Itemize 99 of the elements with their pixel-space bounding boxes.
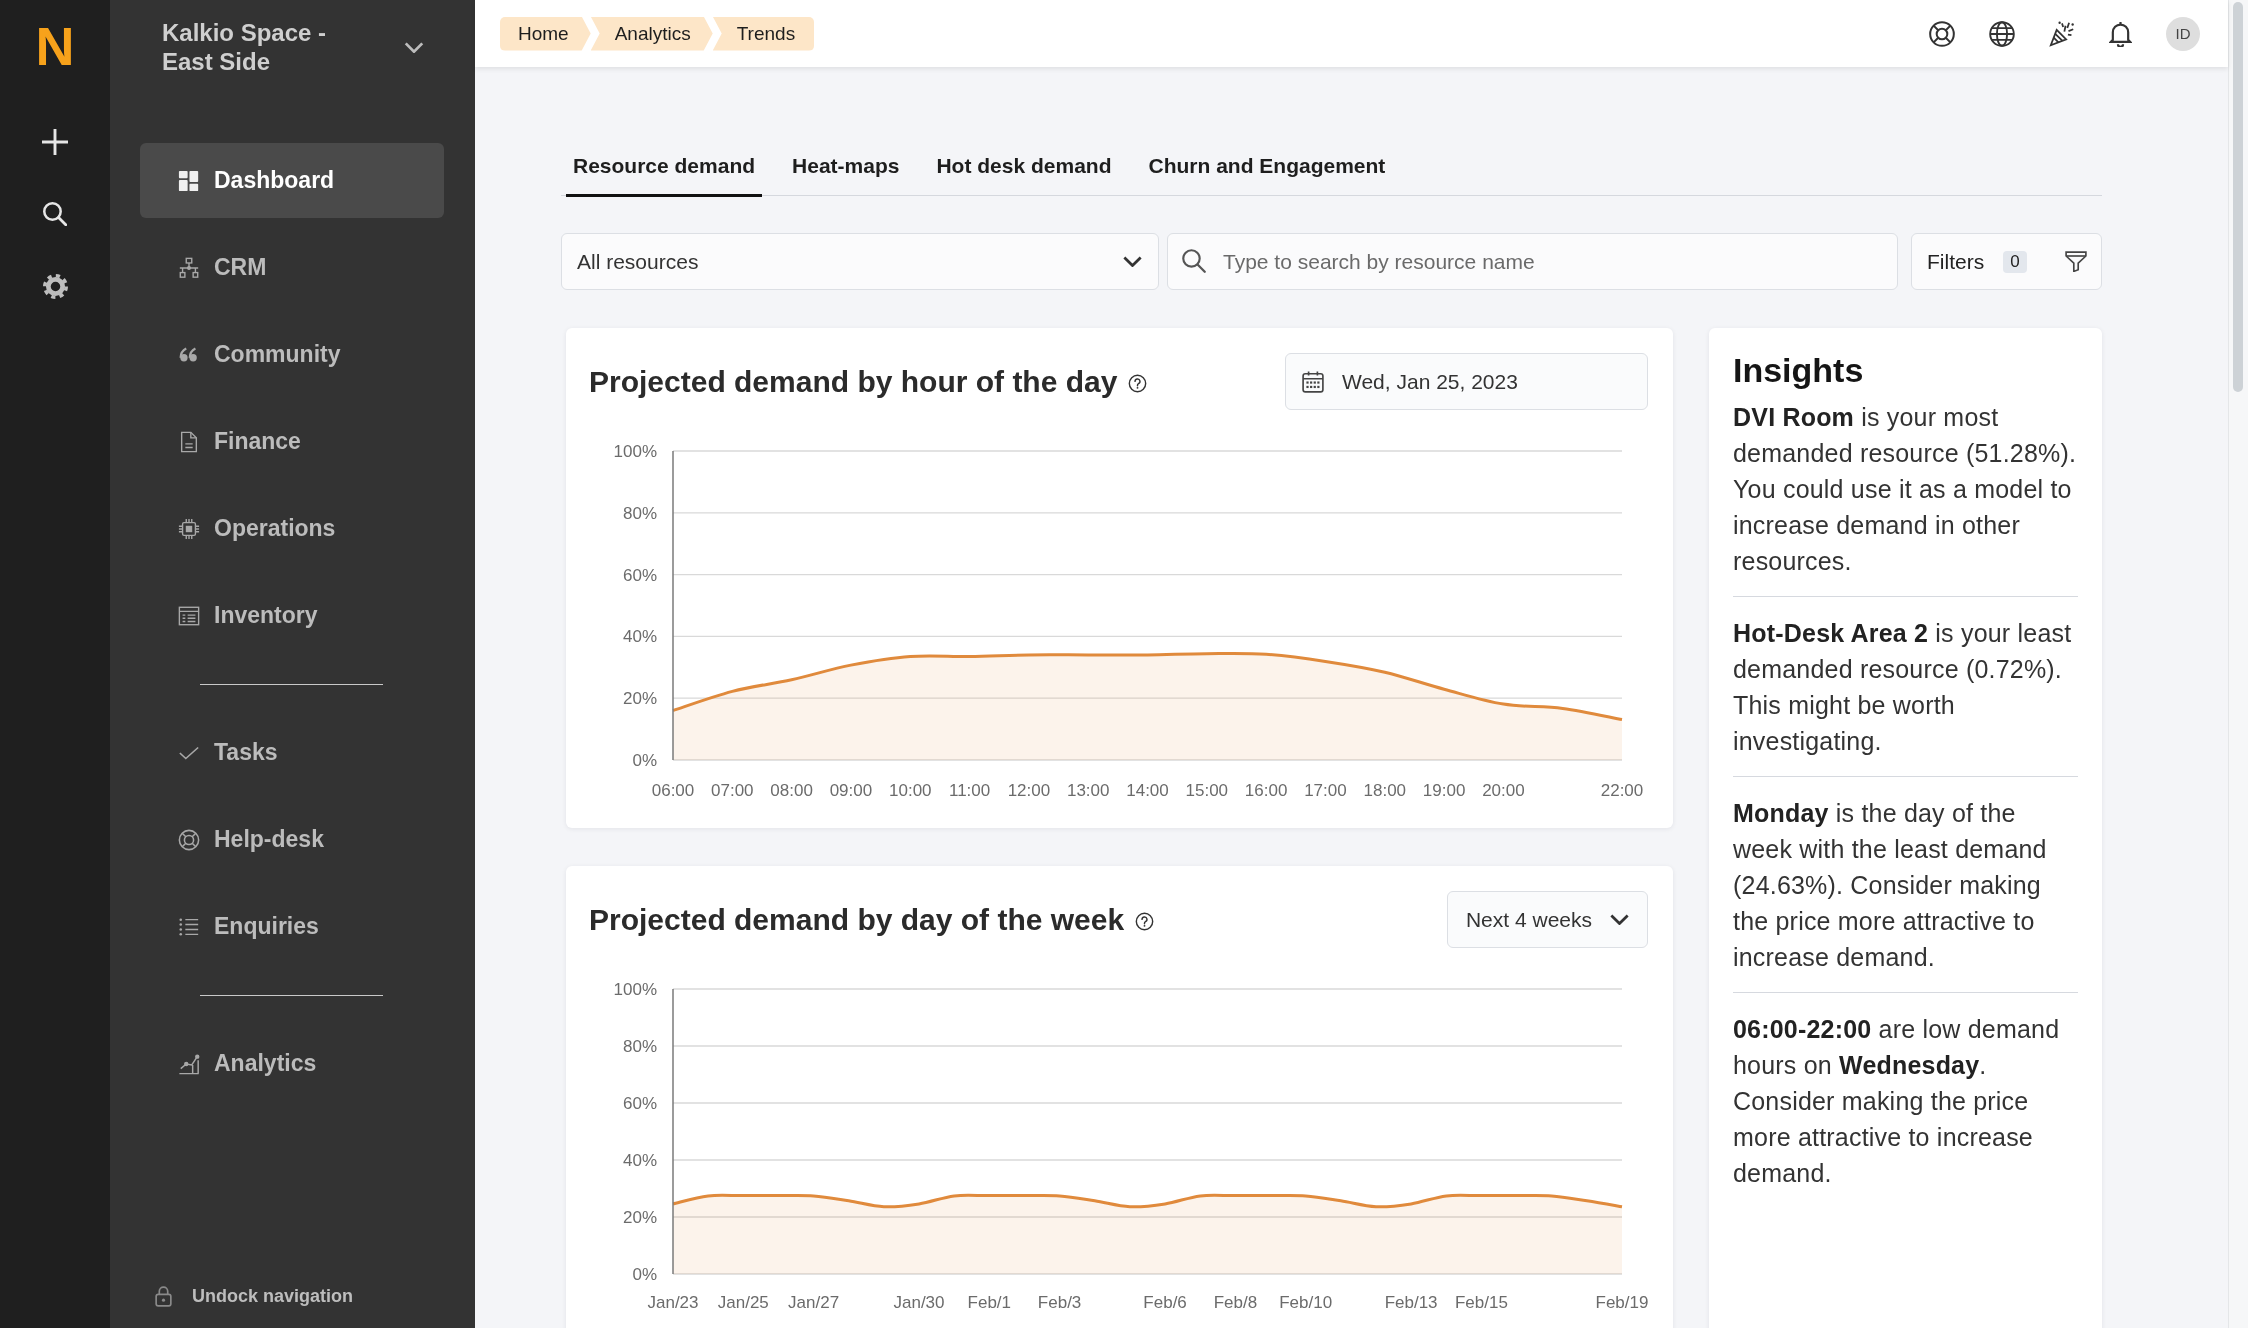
x-axis-label: Jan/25	[717, 1293, 769, 1312]
x-axis-label: 13:00	[1066, 781, 1110, 800]
x-axis-label: 12:00	[1007, 781, 1051, 800]
filters-button[interactable]: Filters 0	[1911, 233, 2102, 290]
nav-item[interactable]: Help-desk	[140, 802, 444, 877]
breadcrumb-link[interactable]: Analytics	[590, 16, 713, 51]
logo[interactable]: N	[35, 24, 75, 68]
nav-item[interactable]: Operations	[140, 491, 444, 566]
chevron-down-icon	[1610, 914, 1629, 925]
table-icon	[178, 604, 200, 627]
plus-icon[interactable]	[42, 129, 68, 155]
x-axis-label: 11:00	[948, 781, 991, 800]
x-axis-label: 20:00	[1482, 781, 1525, 800]
nav-item[interactable]: Finance	[140, 404, 444, 479]
funnel-icon	[2065, 251, 2087, 272]
count-badge: 0	[2003, 250, 2027, 273]
dashboard-icon	[178, 169, 200, 192]
x-axis-label: Feb/8	[1213, 1293, 1258, 1312]
x-axis-label: Feb/1	[967, 1293, 1012, 1312]
globe-icon[interactable]	[1989, 20, 2015, 47]
search-icon[interactable]	[43, 202, 67, 226]
y-axis-label: 0%	[632, 751, 657, 770]
user-avatar[interactable]: ID	[2166, 16, 2200, 51]
help-icon[interactable]	[1128, 373, 1148, 393]
lock-icon	[155, 1286, 172, 1307]
y-axis-label: 100%	[613, 980, 657, 999]
nav-item[interactable]: Community	[140, 317, 444, 392]
chip-icon	[178, 517, 200, 540]
x-axis-label: Jan/23	[647, 1293, 699, 1312]
x-axis-label: 22:00	[1600, 781, 1644, 800]
nav-item[interactable]: Enquiries	[140, 889, 444, 964]
y-axis-label: 0%	[632, 1265, 657, 1284]
nav-item[interactable]: Tasks	[140, 715, 444, 790]
y-axis-label: 20%	[622, 1208, 657, 1227]
insight-text: Hot-Desk Area 2 is your least demanded resource (0.72%). This might be worth investigating.	[1733, 618, 2073, 757]
x-axis-label: 14:00	[1126, 781, 1169, 800]
chevron-down-icon	[404, 41, 424, 53]
settings-icon[interactable]	[42, 274, 68, 299]
x-axis-label: Feb/10	[1279, 1293, 1333, 1312]
lifebuoy-icon	[178, 828, 200, 851]
y-axis-label: 80%	[622, 1037, 657, 1056]
insights-title: Insights	[1733, 350, 1865, 390]
breadcrumb-link[interactable]: Trends	[712, 16, 815, 51]
party-popper-icon[interactable]	[2049, 20, 2075, 47]
y-axis-label: 80%	[622, 503, 657, 523]
x-axis-label: 16:00	[1244, 781, 1288, 800]
period-dropdown[interactable]: Next 4 weeks	[1446, 891, 1648, 948]
resource-select[interactable]: All resources	[561, 233, 1159, 290]
x-axis-label: Feb/19	[1595, 1293, 1649, 1312]
insight-text: DVI Room is your most demanded resource (51.28%). You could use it as a model to increase demand in other resources.	[1733, 402, 2078, 577]
x-axis-label: Feb/15	[1454, 1293, 1508, 1312]
list-icon	[178, 915, 200, 938]
scrollbar-thumb[interactable]	[2233, 2, 2243, 392]
x-axis-label: 15:00	[1185, 781, 1229, 800]
insight-text: Monday is the day of the week with the least demand (24.63%). Consider making the price more attractive to increase demand.	[1733, 798, 2048, 973]
chevron-down-icon	[1123, 256, 1142, 267]
x-axis-label: Jan/30	[893, 1293, 945, 1312]
chart-icon	[178, 1052, 200, 1075]
breadcrumb-link[interactable]: Home	[500, 16, 591, 51]
undock-button[interactable]: Undock navigation	[155, 1286, 353, 1307]
x-axis-label: 18:00	[1363, 781, 1407, 800]
tab[interactable]: Churn and Engagement	[1141, 139, 1393, 197]
nav-item[interactable]: Analytics	[140, 1026, 444, 1101]
nav-item[interactable]: CRM	[140, 230, 444, 305]
x-axis-label: 07:00	[711, 781, 754, 800]
x-axis-label: 06:00	[651, 781, 695, 800]
y-axis-label: 60%	[622, 1094, 657, 1113]
x-axis-label: 17:00	[1304, 781, 1347, 800]
calendar-icon	[1302, 370, 1324, 393]
x-axis-label: 08:00	[770, 781, 813, 800]
search-field[interactable]: Type to search by resource name	[1167, 233, 1898, 290]
x-axis-label: 19:00	[1422, 781, 1466, 800]
insight-text: 06:00-22:00 are low demand hours on Wednesday. Consider making the price more attractive to increase demand.	[1733, 1014, 2061, 1189]
x-axis-label: 09:00	[829, 781, 873, 800]
nav-item[interactable]: Inventory	[140, 578, 444, 653]
y-axis-label: 100%	[613, 442, 657, 461]
tab[interactable]: Hot desk demand	[929, 139, 1119, 197]
card-title: Projected demand by hour of the day	[589, 364, 1118, 399]
lifebuoy-icon[interactable]	[1929, 20, 1955, 47]
card-title: Projected demand by day of the week	[589, 902, 1125, 937]
y-axis-label: 40%	[622, 627, 657, 647]
org-chart-icon	[178, 256, 200, 279]
y-axis-label: 20%	[622, 689, 657, 709]
x-axis-label: Feb/3	[1037, 1293, 1082, 1312]
help-icon[interactable]	[1135, 911, 1155, 931]
nav-item[interactable]: Dashboard	[140, 143, 444, 218]
x-axis-label: Jan/27	[788, 1293, 840, 1312]
y-axis-label: 60%	[622, 565, 657, 585]
bell-icon[interactable]	[2109, 20, 2132, 47]
document-icon	[178, 430, 200, 453]
tab[interactable]: Heat-maps	[785, 139, 907, 197]
y-axis-label: 40%	[622, 1151, 657, 1170]
x-axis-label: 10:00	[889, 781, 932, 800]
search-icon	[1182, 249, 1206, 273]
tab[interactable]: Resource demand	[566, 139, 763, 197]
x-axis-label: Feb/13	[1384, 1293, 1438, 1312]
workspace-switcher[interactable]: Kalkio Space - East Side	[162, 18, 424, 76]
x-axis-label: Feb/6	[1143, 1293, 1187, 1312]
date-picker[interactable]: Wed, Jan 25, 2023	[1285, 353, 1648, 410]
